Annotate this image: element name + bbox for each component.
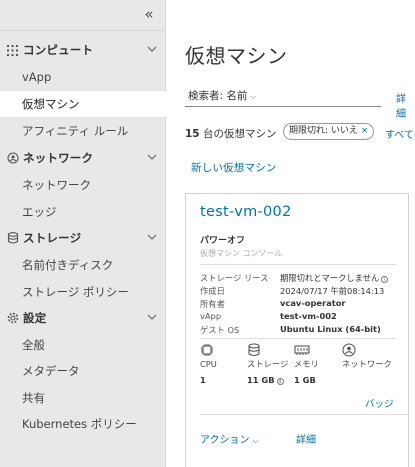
storage-size: 11 GB — [247, 375, 275, 385]
property-value: 2024/07/17 午前08:14:13 — [280, 286, 385, 296]
divider — [200, 264, 396, 265]
vm-name-link[interactable]: test-vm-002 — [200, 204, 292, 220]
filter-chip[interactable]: 期限切れ: いいえ × — [283, 123, 375, 140]
resource-label: メモリ — [294, 359, 319, 369]
property-value: 期限切れとマークしません i — [280, 272, 389, 284]
actions-label: アクション — [200, 435, 250, 446]
sidebar-item-vapp[interactable]: vApp — [0, 64, 166, 90]
sidebar-item-named-disks[interactable]: 名前付きディスク — [0, 252, 166, 278]
badge-link[interactable]: バッジ — [365, 396, 394, 410]
property-row: 作成日 2024/07/17 午前08:14:13 — [200, 285, 400, 298]
actions-dropdown[interactable]: アクション ⌵ — [200, 431, 259, 446]
property-key: 所有者 — [200, 299, 225, 309]
resource-label: ネットワーク — [342, 359, 392, 369]
sidebar-group-network[interactable]: ネットワーク — [0, 145, 166, 171]
all-filter-link[interactable]: すべての — [385, 126, 415, 141]
property-row: ゲスト OS Ubuntu Linux (64-bit) — [200, 324, 400, 337]
resource-label: CPU — [200, 359, 217, 369]
resource-storage: ストレージ 11 GB i — [247, 342, 299, 385]
resource-memory: メモリ 1 GB — [294, 342, 346, 385]
memory-icon — [294, 342, 346, 356]
vm-count: 15 台の仮想マシン — [185, 126, 276, 141]
collapse-sidebar-icon[interactable]: « — [141, 6, 157, 22]
vm-card: test-vm-002 パワーオフ 仮想マシン コンソール ストレージ リース 期… — [185, 193, 409, 467]
details-link[interactable]: 詳細 — [396, 90, 415, 120]
vm-count-text: 台の仮想マシン — [202, 128, 277, 140]
page-title: 仮想マシン — [185, 44, 288, 68]
search-by-label: 検索者: 名前 — [188, 90, 248, 102]
divider — [200, 414, 409, 415]
search-by-dropdown[interactable]: 検索者: 名前 ⌵ — [185, 87, 381, 107]
property-value: Ubuntu Linux (64-bit) — [280, 324, 381, 334]
property-key: vApp — [200, 311, 222, 321]
storage-lease-value: 期限切れとマークしません — [280, 273, 380, 283]
resource-value: 11 GB i — [247, 375, 299, 385]
sidebar-group-label: 設定 — [23, 311, 47, 325]
sidebar-item-edges[interactable]: エッジ — [0, 199, 166, 225]
resource-network: ネットワーク — [342, 342, 394, 375]
resource-value: 1 GB — [294, 375, 316, 385]
grid-icon — [6, 44, 19, 57]
property-value: test-vm-002 — [280, 311, 337, 321]
property-row: 所有者 vcav-operator — [200, 298, 400, 311]
property-row: ストレージ リース 期限切れとマークしません i — [200, 272, 400, 285]
sidebar-group-label: ネットワーク — [23, 151, 94, 165]
chevron-down-icon: ⌵ — [250, 92, 257, 101]
database-icon — [6, 232, 19, 245]
details-button[interactable]: 詳細 — [296, 431, 316, 446]
cpu-icon — [200, 342, 252, 356]
property-row: vApp test-vm-002 — [200, 311, 400, 324]
info-icon[interactable]: i — [381, 276, 389, 283]
sidebar-group-storage[interactable]: ストレージ — [0, 225, 166, 251]
sidebar-item-metadata[interactable]: メタデータ — [0, 358, 166, 384]
sidebar-item-general[interactable]: 全般 — [0, 332, 166, 358]
sidebar-item-affinity-rules[interactable]: アフィニティ ルール — [0, 118, 166, 144]
network-icon — [342, 342, 394, 357]
sidebar: « コンピュート vApp 仮想マシン アフィニティ ルール ネットワーク ネッ… — [0, 0, 166, 467]
sidebar-item-kubernetes-policies[interactable]: Kubernetes ポリシー — [0, 411, 166, 437]
sidebar-item-networks[interactable]: ネットワーク — [0, 172, 166, 198]
database-icon — [247, 342, 299, 357]
resource-label: ストレージ — [247, 359, 289, 369]
main-content: 仮想マシン 検索者: 名前 ⌵ 詳細 15 台の仮想マシン 期限切れ: いいえ × … — [166, 0, 415, 467]
sidebar-divider — [0, 30, 166, 31]
property-key: ゲスト OS — [200, 325, 240, 335]
property-value: vcav-operator — [280, 298, 346, 308]
sidebar-item-sharing[interactable]: 共有 — [0, 385, 166, 411]
divider — [200, 338, 396, 339]
sidebar-group-label: ストレージ — [23, 231, 82, 245]
property-key: 作成日 — [200, 286, 225, 296]
chevron-down-icon — [147, 46, 157, 52]
sidebar-group-settings[interactable]: 設定 — [0, 305, 166, 331]
sidebar-group-label: コンピュート — [23, 43, 94, 57]
chevron-down-icon: ⌵ — [252, 436, 259, 445]
chevron-down-icon — [147, 234, 157, 240]
resource-cpu: CPU 1 — [200, 342, 252, 385]
vm-count-number: 15 — [185, 128, 200, 140]
vm-console-link[interactable]: 仮想マシン コンソール — [200, 248, 283, 259]
close-icon[interactable]: × — [361, 126, 369, 136]
chevron-down-icon — [147, 314, 157, 320]
resource-value: 1 — [200, 375, 206, 385]
chevron-down-icon — [147, 154, 157, 160]
property-key: ストレージ リース — [200, 273, 269, 283]
info-icon[interactable]: i — [276, 378, 284, 385]
sidebar-item-storage-policies[interactable]: ストレージ ポリシー — [0, 279, 166, 305]
new-vm-button[interactable]: 新しい仮想マシン — [191, 160, 277, 175]
sidebar-item-vms[interactable]: 仮想マシン — [0, 91, 166, 117]
filter-chip-label: 期限切れ: いいえ — [289, 126, 358, 136]
network-icon — [6, 152, 19, 165]
sidebar-group-compute[interactable]: コンピュート — [0, 37, 166, 63]
power-state: パワーオフ — [200, 236, 246, 246]
gear-icon — [6, 312, 19, 325]
